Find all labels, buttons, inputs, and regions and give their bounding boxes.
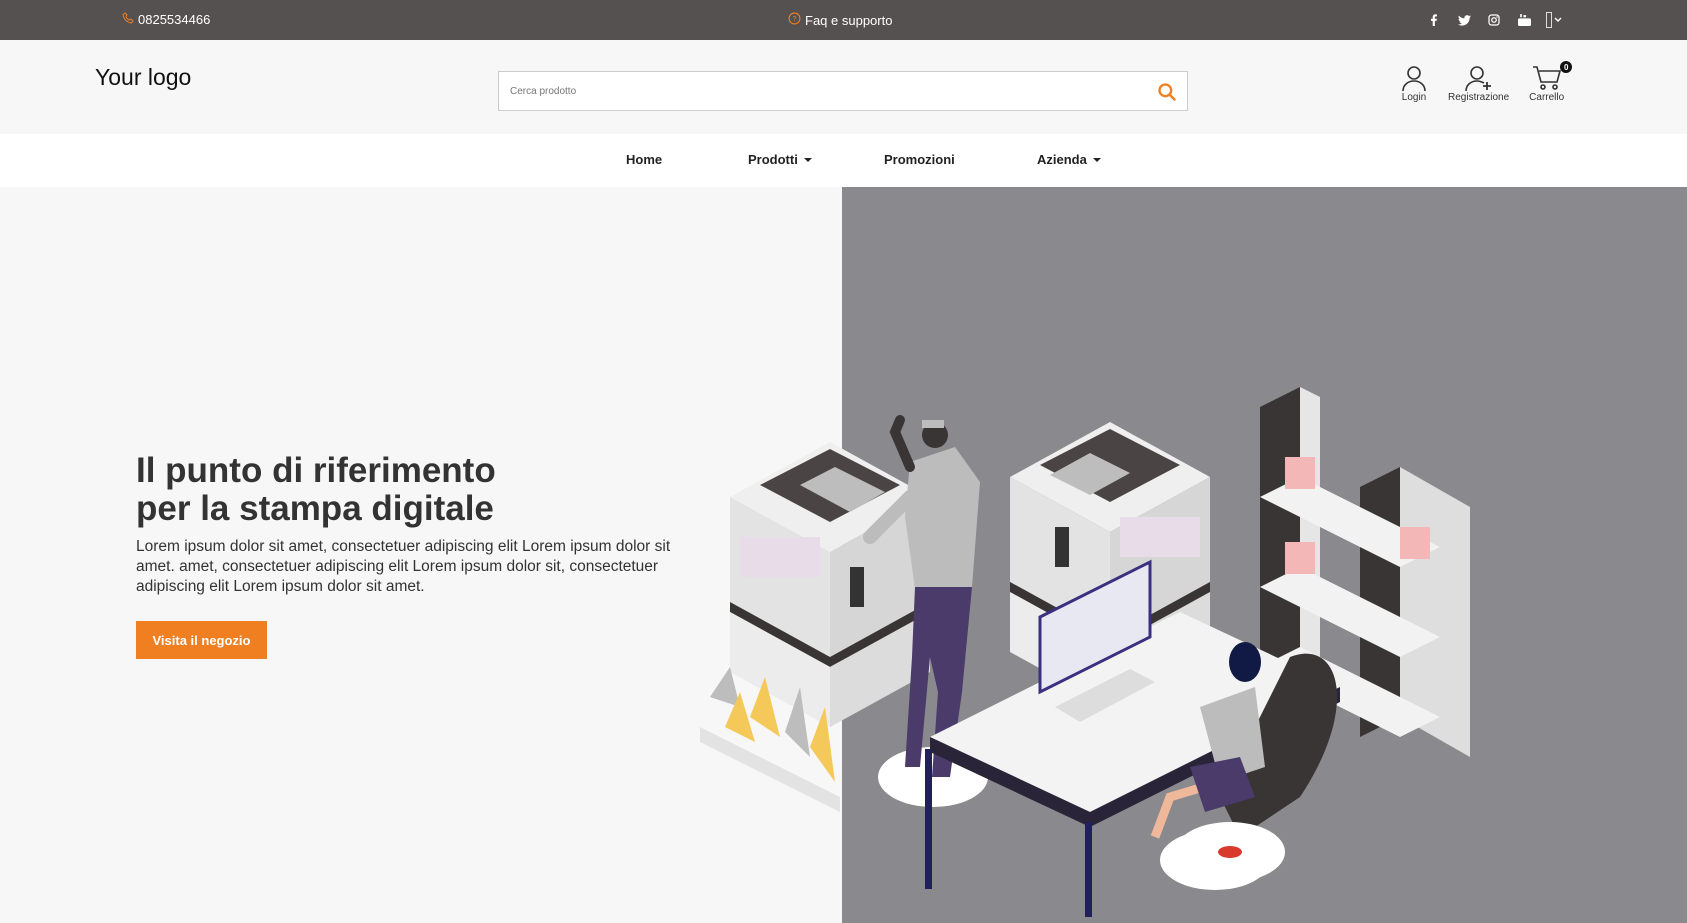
cart-icon xyxy=(1532,64,1562,92)
cart-button[interactable]: 0 Carrello xyxy=(1529,61,1573,103)
add-user-icon xyxy=(1464,64,1494,92)
phone-contact[interactable]: 0825534466 xyxy=(122,12,210,27)
instagram-icon[interactable] xyxy=(1486,12,1502,28)
account-actions: Login Registrazione 0 Carrello xyxy=(1400,61,1573,103)
nav-item-home[interactable]: Home xyxy=(626,152,662,167)
search-input[interactable] xyxy=(499,72,1119,110)
login-button[interactable]: Login xyxy=(1400,64,1428,103)
caret-down-icon xyxy=(803,157,812,162)
phone-icon xyxy=(122,12,134,27)
phone-number: 0825534466 xyxy=(138,12,211,27)
help-icon: ? xyxy=(788,12,801,28)
nav-promozioni-label: Promozioni xyxy=(884,152,955,167)
register-button[interactable]: Registrazione xyxy=(1448,64,1509,103)
hero-title-line2: per la stampa digitale xyxy=(136,489,494,528)
office-print-illustration xyxy=(700,387,1470,917)
social-links xyxy=(1426,12,1562,28)
nav-item-azienda[interactable]: Azienda xyxy=(1037,152,1101,167)
cart-count-badge: 0 xyxy=(1560,61,1573,73)
language-selector[interactable] xyxy=(1546,12,1562,28)
italy-flag-icon xyxy=(1546,12,1552,28)
nav-item-promozioni[interactable]: Promozioni xyxy=(884,152,955,167)
hero-title-line1: Il punto di riferimento xyxy=(136,451,496,490)
hero-title: Il punto di riferimento per la stampa di… xyxy=(136,452,696,528)
register-label: Registrazione xyxy=(1448,92,1510,103)
faq-link[interactable]: ? Faq e supporto xyxy=(788,12,892,28)
nav-prodotti-label: Prodotti xyxy=(748,152,798,167)
nav-azienda-label: Azienda xyxy=(1037,152,1087,167)
cart-label: Carrello xyxy=(1529,92,1565,103)
nav-item-prodotti[interactable]: Prodotti xyxy=(748,152,812,167)
caret-down-icon xyxy=(1092,157,1101,162)
search-bar xyxy=(498,71,1188,111)
youtube-icon[interactable] xyxy=(1516,12,1532,28)
main-nav: Home Prodotti Promozioni Azienda xyxy=(0,134,1687,187)
search-icon[interactable] xyxy=(1157,82,1177,102)
header: Your logo Login Registrazione 0 Carrello xyxy=(0,40,1687,134)
top-bar: 0825534466 ? Faq e supporto xyxy=(0,0,1687,40)
site-logo[interactable]: Your logo xyxy=(95,64,191,91)
svg-text:?: ? xyxy=(793,16,797,23)
nav-home-label: Home xyxy=(626,152,663,167)
visit-store-button[interactable]: Visita il negozio xyxy=(136,621,267,659)
facebook-icon[interactable] xyxy=(1426,12,1442,28)
hero-description: Lorem ipsum dolor sit amet, consectetuer… xyxy=(136,538,671,595)
chevron-down-icon xyxy=(1554,12,1562,28)
user-icon xyxy=(1400,64,1428,92)
login-label: Login xyxy=(1401,92,1427,103)
twitter-icon[interactable] xyxy=(1456,12,1472,28)
faq-label: Faq e supporto xyxy=(805,12,893,28)
hero-section: Il punto di riferimento per la stampa di… xyxy=(0,187,1687,923)
